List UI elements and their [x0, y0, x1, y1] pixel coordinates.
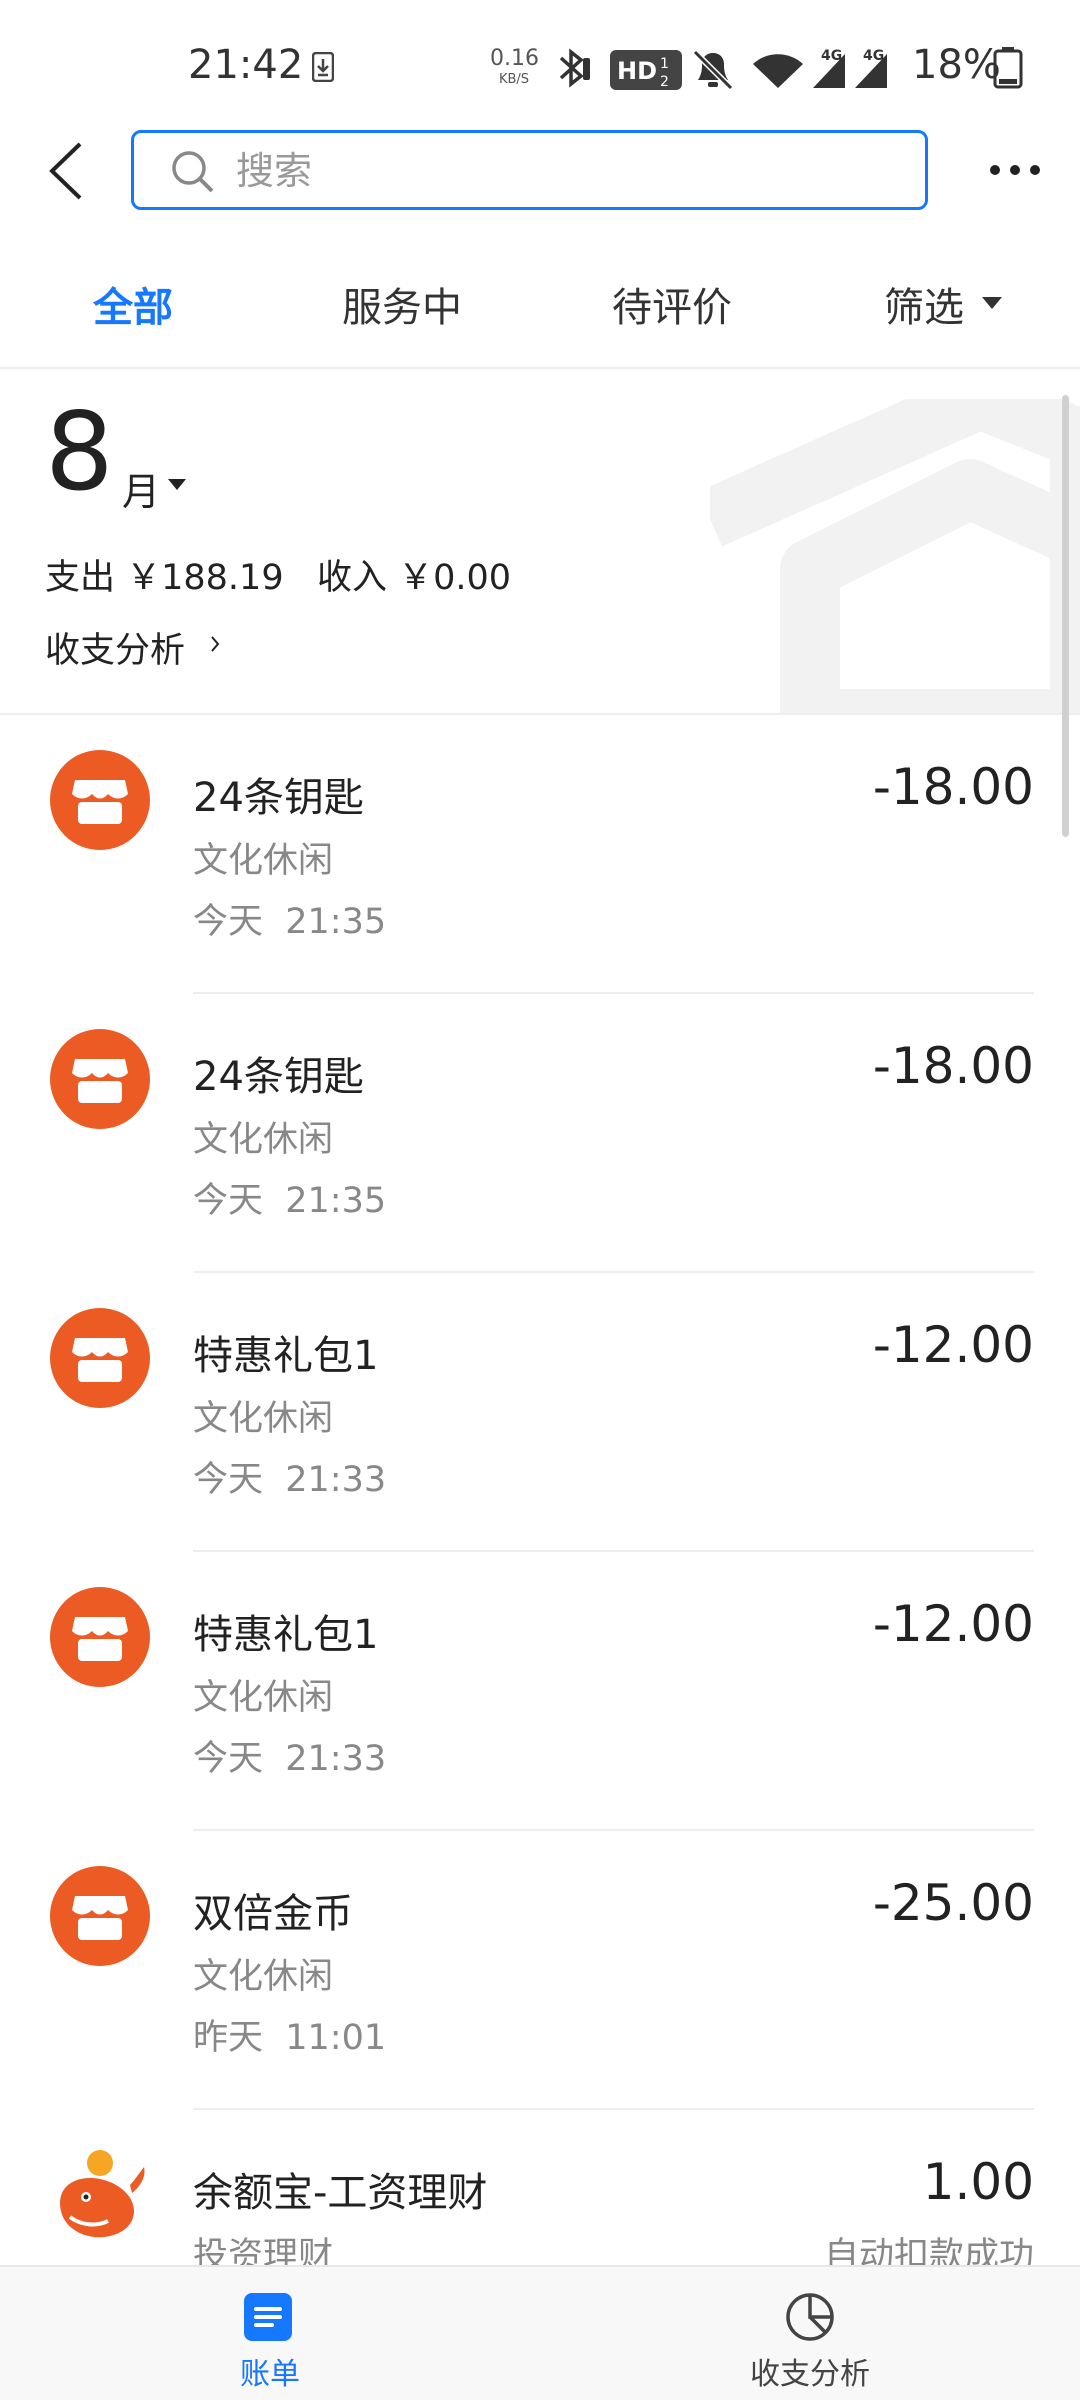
transaction-category: 文化休闲 — [193, 841, 334, 881]
signal-4g-icon-2: 4G — [855, 48, 887, 88]
list-item[interactable]: 余额宝-工资理财 投资理财 1.00 自动扣款成功 — [0, 2110, 1080, 2265]
net-speed: 0.16 KB/S — [490, 46, 539, 87]
month-unit[interactable]: 月 — [122, 461, 160, 516]
store-icon — [50, 1308, 150, 1408]
tab-filter[interactable]: 筛选 — [884, 275, 964, 333]
wifi-icon — [753, 54, 803, 88]
more-options-icon[interactable] — [985, 152, 1045, 188]
svg-text:2: 2 — [660, 74, 669, 90]
transaction-list: 24条钥匙 文化休闲 今天 21:35 -18.00 24条钥匙 文化休闲 今天… — [0, 715, 1080, 2265]
nav-bill-label: 账单 — [240, 2357, 300, 2392]
store-icon — [50, 1866, 150, 1966]
store-icon — [50, 1029, 150, 1129]
nav-analysis[interactable]: 收支分析 — [540, 2267, 1080, 2402]
nav-bill[interactable]: 账单 — [0, 2267, 540, 2402]
transaction-status: 自动扣款成功 — [823, 2236, 1034, 2265]
mute-bell-icon — [692, 49, 734, 91]
transaction-amount: -12.00 — [872, 1595, 1034, 1653]
transaction-title: 特惠礼包1 — [193, 1333, 379, 1379]
transaction-time: 昨天 11:01 — [193, 2018, 387, 2058]
transaction-amount: 1.00 — [922, 2153, 1034, 2211]
tab-all[interactable]: 全部 — [93, 275, 173, 333]
analysis-link[interactable]: 收支分析 — [45, 622, 185, 673]
tab-in-service[interactable]: 服务中 — [342, 275, 462, 333]
list-item[interactable]: 特惠礼包1 文化休闲 今天 21:33 -12.00 — [0, 1273, 1080, 1552]
bottom-navigation: 账单 收支分析 — [0, 2265, 1080, 2400]
yuebao-icon — [60, 2150, 145, 2238]
transaction-title: 特惠礼包1 — [193, 1612, 379, 1658]
transaction-amount: -25.00 — [872, 1874, 1034, 1932]
status-bar: 21:42 0.16 KB/S HD 1 2 4G 4G 18% — [0, 0, 1080, 135]
transaction-title: 余额宝-工资理财 — [193, 2170, 488, 2216]
search-icon — [172, 151, 214, 193]
list-item[interactable]: 特惠礼包1 文化休闲 今天 21:33 -12.00 — [0, 1552, 1080, 1831]
transaction-time: 今天 21:33 — [193, 1739, 387, 1779]
svg-text:4G: 4G — [863, 48, 884, 64]
transaction-amount: -12.00 — [872, 1316, 1034, 1374]
transaction-category: 投资理财 — [193, 2236, 334, 2265]
status-time: 21:42 — [188, 42, 304, 88]
store-icon — [50, 1587, 150, 1687]
transaction-category: 文化休闲 — [193, 1399, 334, 1439]
transaction-time: 今天 21:35 — [193, 1181, 387, 1221]
month-number[interactable]: 8 — [45, 399, 114, 507]
tab-to-review[interactable]: 待评价 — [612, 275, 732, 333]
hd-volte-icon: HD 1 2 — [610, 50, 682, 90]
filter-tabs: 全部 服务中 待评价 筛选 — [0, 255, 1080, 365]
list-item[interactable]: 24条钥匙 文化休闲 今天 21:35 -18.00 — [0, 715, 1080, 994]
signal-4g-icon: 4G — [813, 48, 845, 88]
filter-dropdown-icon[interactable] — [982, 297, 1002, 309]
transaction-amount: -18.00 — [872, 1037, 1034, 1095]
transaction-time: 今天 21:35 — [193, 902, 387, 942]
nav-analysis-label: 收支分析 — [750, 2357, 870, 2392]
back-arrow-icon[interactable] — [42, 136, 92, 206]
transaction-category: 文化休闲 — [193, 1957, 334, 1997]
list-item[interactable]: 24条钥匙 文化休闲 今天 21:35 -18.00 — [0, 994, 1080, 1273]
chevron-right-icon — [211, 636, 220, 652]
month-dropdown-icon[interactable] — [168, 479, 186, 490]
income-expense-summary: 支出 ￥188.19 收入 ￥0.00 — [45, 558, 512, 598]
transaction-title: 双倍金币 — [193, 1891, 353, 1937]
watermark-decoration — [710, 399, 1080, 714]
search-input[interactable] — [234, 133, 898, 209]
svg-text:HD: HD — [617, 57, 657, 85]
battery-percent: 18% — [912, 42, 1001, 88]
transaction-title: 24条钥匙 — [193, 1054, 364, 1100]
bluetooth-icon — [559, 48, 590, 88]
transaction-amount: -18.00 — [872, 758, 1034, 816]
transaction-category: 文化休闲 — [193, 1120, 334, 1160]
transaction-category: 文化休闲 — [193, 1678, 334, 1718]
transaction-time: 今天 21:33 — [193, 1460, 387, 1500]
svg-text:4G: 4G — [821, 48, 842, 64]
store-icon — [50, 750, 150, 850]
list-item[interactable]: 双倍金币 文化休闲 昨天 11:01 -25.00 — [0, 1831, 1080, 2110]
month-summary: 8 月 支出 ￥188.19 收入 ￥0.00 收支分析 — [0, 369, 1080, 714]
search-box[interactable] — [131, 130, 928, 210]
transaction-title: 24条钥匙 — [193, 775, 364, 821]
battery-icon — [993, 47, 1023, 89]
svg-text:1: 1 — [660, 56, 669, 72]
bill-icon — [244, 2293, 292, 2341]
download-icon — [312, 52, 334, 82]
pie-chart-icon — [786, 2293, 834, 2341]
